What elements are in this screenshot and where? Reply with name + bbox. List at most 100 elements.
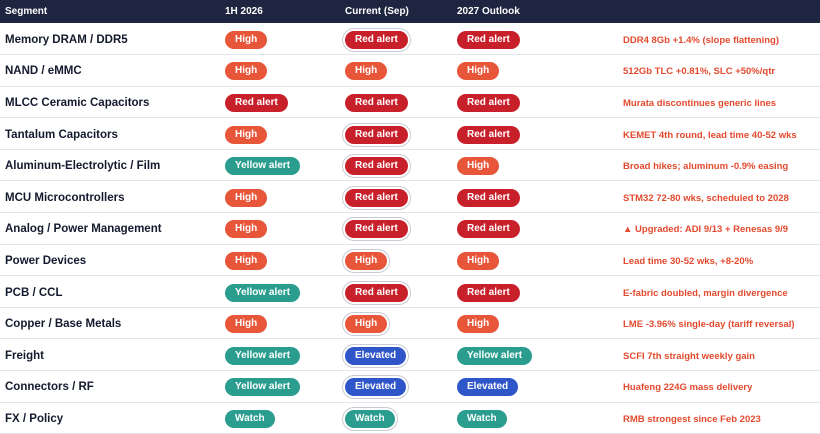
note-text: ▲ Upgraded: ADI 9/13 + Renesas 9/9 bbox=[623, 224, 789, 236]
status-outlook-cell: Red alert bbox=[457, 181, 571, 213]
status-outlook-badge: Red alert bbox=[457, 188, 520, 207]
status-outlook-badge: High bbox=[457, 251, 500, 270]
table-row: Freight Yellow alert Elevated Yellow alert S… bbox=[0, 339, 820, 371]
segment-name: FX / Policy bbox=[5, 412, 64, 425]
status-1h-2026-cell: High bbox=[225, 118, 345, 150]
status-1h-2026-badge: High bbox=[225, 30, 268, 49]
status-current-badge: Watch bbox=[345, 409, 395, 428]
note-text: 512Gb TLC +0.81%, SLC +50%/qtr bbox=[623, 66, 776, 78]
segment-cell: Aluminum-Electrolytic / Film bbox=[0, 149, 225, 181]
status-1h-2026-cell: High bbox=[225, 181, 345, 213]
table-row: Connectors / RF Yellow alert Elevated Eleva… bbox=[0, 371, 820, 403]
status-current-cell: Red alert bbox=[345, 149, 457, 181]
status-current-cell: Red alert bbox=[345, 118, 457, 150]
note-text: Lead time 30-52 wks, +8-20% bbox=[623, 255, 754, 267]
table-body: Memory DRAM / DDR5 High Red alert Red alert… bbox=[0, 23, 820, 434]
segment-cell: Freight bbox=[0, 339, 225, 371]
status-1h-2026-badge: Yellow alert bbox=[225, 378, 301, 397]
segment-cell: Copper / Base Metals bbox=[0, 307, 225, 339]
note-cell: 512Gb TLC +0.81%, SLC +50%/qtr bbox=[571, 55, 820, 87]
status-1h-2026-cell: Yellow alert bbox=[225, 339, 345, 371]
segment-cell: Tantalum Capacitors bbox=[0, 118, 225, 150]
status-1h-2026-badge: Yellow alert bbox=[225, 157, 301, 176]
status-current-badge: Red alert bbox=[345, 283, 408, 302]
segment-cell: NAND / eMMC bbox=[0, 55, 225, 87]
status-outlook-cell: Elevated bbox=[457, 371, 571, 403]
note-text: SCFI 7th straight weekly gain bbox=[623, 350, 755, 362]
status-1h-2026-badge: High bbox=[225, 188, 268, 207]
header-1h-2026: 1H 2026 bbox=[225, 6, 263, 17]
status-outlook-badge: Yellow alert bbox=[457, 346, 533, 365]
status-outlook-badge: Elevated bbox=[457, 378, 519, 397]
note-cell: SCFI 7th straight weekly gain bbox=[571, 339, 820, 371]
segment-name: Aluminum-Electrolytic / Film bbox=[5, 160, 161, 173]
table-row: MCU Microcontrollers High Red alert Red ale… bbox=[0, 181, 820, 213]
status-1h-2026-badge: High bbox=[225, 220, 268, 239]
status-outlook-badge: Red alert bbox=[457, 125, 520, 144]
note-cell: KEMET 4th round, lead time 40-52 wks bbox=[571, 118, 820, 150]
segment-name: MCU Microcontrollers bbox=[5, 191, 125, 204]
note-text: Murata discontinues generic lines bbox=[623, 97, 777, 109]
status-outlook-cell: Red alert bbox=[457, 276, 571, 308]
segment-cell: Analog / Power Management bbox=[0, 213, 225, 245]
status-outlook-badge: Red alert bbox=[457, 93, 520, 112]
status-current-badge: Elevated bbox=[345, 346, 407, 365]
status-outlook-badge: Red alert bbox=[457, 220, 520, 239]
status-1h-2026-badge: Yellow alert bbox=[225, 346, 301, 365]
status-outlook-cell: High bbox=[457, 149, 571, 181]
note-cell: RMB strongest since Feb 2023 bbox=[571, 402, 820, 434]
segment-cell: Memory DRAM / DDR5 bbox=[0, 23, 225, 55]
status-1h-2026-cell: Yellow alert bbox=[225, 371, 345, 403]
status-1h-2026-cell: High bbox=[225, 23, 345, 55]
status-1h-2026-cell: Yellow alert bbox=[225, 276, 345, 308]
status-1h-2026-badge: Yellow alert bbox=[225, 283, 301, 302]
segment-cell: Connectors / RF bbox=[0, 371, 225, 403]
note-cell: Broad hikes; aluminum -0.9% easing bbox=[571, 149, 820, 181]
note-text: LME -3.96% single-day (tariff reversal) bbox=[623, 319, 795, 331]
status-current-cell: Elevated bbox=[345, 371, 457, 403]
note-cell: E-fabric doubled, margin divergence bbox=[571, 276, 820, 308]
segment-name: Connectors / RF bbox=[5, 381, 94, 394]
table-row: Memory DRAM / DDR5 High Red alert Red alert… bbox=[0, 23, 820, 55]
header-notes bbox=[571, 0, 820, 23]
status-current-badge: Red alert bbox=[345, 157, 408, 176]
status-current-badge: High bbox=[345, 251, 388, 270]
status-1h-2026-badge: Red alert bbox=[225, 93, 288, 112]
note-cell: Huafeng 224G mass delivery bbox=[571, 371, 820, 403]
table-row: PCB / CCL Yellow alert Red alert Red alert E… bbox=[0, 276, 820, 308]
status-current-cell: Red alert bbox=[345, 213, 457, 245]
status-1h-2026-badge: High bbox=[225, 62, 268, 81]
status-1h-2026-cell: High bbox=[225, 55, 345, 87]
status-outlook-cell: Watch bbox=[457, 402, 571, 434]
note-text: DDR4 8Gb +1.4% (slope flattening) bbox=[623, 34, 779, 46]
status-outlook-badge: Watch bbox=[457, 409, 507, 428]
note-text: Huafeng 224G mass delivery bbox=[623, 382, 753, 394]
table-row: NAND / eMMC High High High 512Gb TLC +0.81%,… bbox=[0, 55, 820, 87]
status-outlook-badge: Red alert bbox=[457, 30, 520, 49]
status-current-cell: High bbox=[345, 55, 457, 87]
status-1h-2026-badge: High bbox=[225, 315, 268, 334]
status-outlook-badge: Red alert bbox=[457, 283, 520, 302]
note-text: E-fabric doubled, margin divergence bbox=[623, 287, 788, 299]
status-1h-2026-cell: Yellow alert bbox=[225, 149, 345, 181]
status-outlook-cell: High bbox=[457, 244, 571, 276]
note-cell: Murata discontinues generic lines bbox=[571, 86, 820, 118]
status-current-badge: Red alert bbox=[345, 188, 408, 207]
segment-name: PCB / CCL bbox=[5, 286, 63, 299]
status-current-badge: Red alert bbox=[345, 30, 408, 49]
segment-cell: MCU Microcontrollers bbox=[0, 181, 225, 213]
status-outlook-cell: Red alert bbox=[457, 23, 571, 55]
segment-cell: FX / Policy bbox=[0, 402, 225, 434]
table-row: MLCC Ceramic Capacitors Red alert Red aler… bbox=[0, 86, 820, 118]
segment-name: Freight bbox=[5, 349, 44, 362]
status-1h-2026-badge: Watch bbox=[225, 409, 275, 428]
status-1h-2026-cell: Red alert bbox=[225, 86, 345, 118]
note-text: RMB strongest since Feb 2023 bbox=[623, 413, 761, 425]
segment-name: NAND / eMMC bbox=[5, 65, 82, 78]
note-text: KEMET 4th round, lead time 40-52 wks bbox=[623, 129, 797, 141]
table-row: Analog / Power Management High Red alert Re… bbox=[0, 213, 820, 245]
segment-name: Copper / Base Metals bbox=[5, 318, 122, 331]
status-current-badge: Red alert bbox=[345, 125, 408, 144]
note-cell: ▲ Upgraded: ADI 9/13 + Renesas 9/9 bbox=[571, 213, 820, 245]
segment-name: Tantalum Capacitors bbox=[5, 128, 118, 141]
